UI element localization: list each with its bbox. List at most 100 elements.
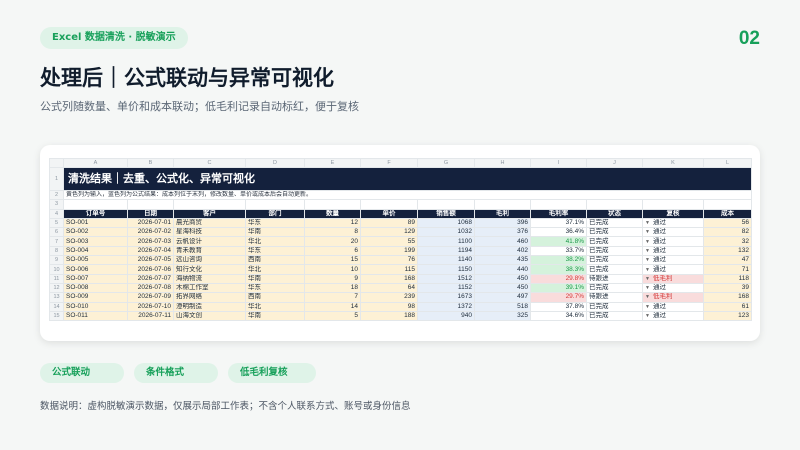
cell-margin-rate[interactable]: 37.8% xyxy=(530,301,587,312)
cell-order-id[interactable]: SO-010 xyxy=(63,301,128,312)
dropdown-arrow-icon[interactable]: ▼ xyxy=(645,247,650,254)
table-header-cell[interactable]: 毛利 xyxy=(474,208,531,219)
cell-profit[interactable]: 450 xyxy=(474,273,531,284)
empty-cell[interactable] xyxy=(474,199,531,210)
cell-order-id[interactable]: SO-005 xyxy=(63,255,128,266)
cell-order-id[interactable]: SO-007 xyxy=(63,273,128,284)
cell-review[interactable]: ▼ 通过 xyxy=(642,245,704,257)
column-header-A[interactable]: A xyxy=(63,158,128,168)
empty-cell[interactable] xyxy=(586,199,643,210)
dropdown-arrow-icon[interactable]: ▼ xyxy=(645,303,650,310)
empty-cell[interactable] xyxy=(417,199,475,210)
cell-quantity[interactable]: 10 xyxy=(304,264,361,275)
column-header-I[interactable]: I xyxy=(530,158,587,168)
row-number[interactable]: 11 xyxy=(49,273,64,284)
cell-order-id[interactable]: SO-003 xyxy=(63,236,128,247)
cell-margin-rate[interactable]: 37.1% xyxy=(530,217,587,229)
row-number[interactable]: 3 xyxy=(49,199,64,210)
cell-cost[interactable]: 168 xyxy=(703,292,752,303)
cell-sales[interactable]: 1140 xyxy=(417,255,475,266)
cell-unit-price[interactable]: 188 xyxy=(360,310,418,322)
cell-date[interactable]: 2026-07-08 xyxy=(127,282,174,294)
cell-cost[interactable]: 56 xyxy=(703,217,752,229)
cell-order-id[interactable]: SO-009 xyxy=(63,292,128,303)
cell-customer[interactable]: 远山咨询 xyxy=(173,255,246,266)
cell-margin-rate[interactable]: 29.8% xyxy=(530,273,587,284)
row-number[interactable]: 13 xyxy=(49,292,64,303)
row-number[interactable]: 15 xyxy=(49,310,64,322)
cell-profit[interactable]: 402 xyxy=(474,245,531,257)
table-header-cell[interactable]: 毛利率 xyxy=(530,208,587,219)
cell-department[interactable]: 华南 xyxy=(245,310,305,322)
cell-sales[interactable]: 1372 xyxy=(417,301,475,312)
empty-cell[interactable] xyxy=(63,199,128,210)
empty-cell[interactable] xyxy=(127,199,174,210)
cell-status[interactable]: 已完成 xyxy=(586,255,643,266)
cell-quantity[interactable]: 8 xyxy=(304,227,361,238)
cell-status[interactable]: 已完成 xyxy=(586,282,643,294)
cell-status[interactable]: 已完成 xyxy=(586,264,643,275)
select-all-corner[interactable] xyxy=(49,158,64,168)
row-number[interactable]: 6 xyxy=(49,227,64,238)
cell-sales[interactable]: 1152 xyxy=(417,282,475,294)
cell-unit-price[interactable]: 115 xyxy=(360,264,418,275)
dropdown-arrow-icon[interactable]: ▼ xyxy=(645,312,650,319)
row-number[interactable]: 8 xyxy=(49,245,64,257)
cell-unit-price[interactable]: 168 xyxy=(360,273,418,284)
cell-cost[interactable]: 132 xyxy=(703,245,752,257)
cell-date[interactable]: 2026-07-10 xyxy=(127,301,174,312)
cell-margin-rate[interactable]: 36.4% xyxy=(530,227,587,238)
table-header-cell[interactable]: 销售额 xyxy=(417,208,475,219)
dropdown-arrow-icon[interactable]: ▼ xyxy=(645,219,650,226)
row-number[interactable]: 14 xyxy=(49,301,64,312)
cell-cost[interactable]: 39 xyxy=(703,282,752,294)
cell-date[interactable]: 2026-07-11 xyxy=(127,310,174,322)
cell-cost[interactable]: 118 xyxy=(703,273,752,284)
cell-status[interactable]: 已完成 xyxy=(586,301,643,312)
cell-margin-rate[interactable]: 39.1% xyxy=(530,282,587,294)
dropdown-arrow-icon[interactable]: ▼ xyxy=(645,275,650,282)
empty-cell[interactable] xyxy=(642,199,704,210)
cell-status[interactable]: 已完成 xyxy=(586,236,643,247)
table-header-cell[interactable]: 成本 xyxy=(703,208,752,219)
cell-sales[interactable]: 1512 xyxy=(417,273,475,284)
cell-margin-rate[interactable]: 33.7% xyxy=(530,245,587,257)
cell-sales[interactable]: 940 xyxy=(417,310,475,322)
cell-review[interactable]: ▼ 通过 xyxy=(642,301,704,312)
cell-margin-rate[interactable]: 38.2% xyxy=(530,255,587,266)
cell-status[interactable]: 已完成 xyxy=(586,245,643,257)
empty-cell[interactable] xyxy=(245,199,305,210)
cell-review[interactable]: ▼ 通过 xyxy=(642,310,704,322)
column-header-B[interactable]: B xyxy=(127,158,174,168)
cell-customer[interactable]: 晨光商贸 xyxy=(173,217,246,229)
cell-review[interactable]: ▼ 通过 xyxy=(642,255,704,266)
row-number[interactable]: 1 xyxy=(49,167,64,191)
cell-profit[interactable]: 440 xyxy=(474,264,531,275)
row-number[interactable]: 12 xyxy=(49,282,64,294)
cell-department[interactable]: 华北 xyxy=(245,301,305,312)
table-header-cell[interactable]: 数量 xyxy=(304,208,361,219)
cell-quantity[interactable]: 9 xyxy=(304,273,361,284)
cell-review[interactable]: ▼ 通过 xyxy=(642,282,704,294)
cell-department[interactable]: 华北 xyxy=(245,236,305,247)
sheet-banner-title[interactable]: 清洗结果｜去重、公式化、异常可视化 xyxy=(63,167,752,191)
dropdown-arrow-icon[interactable]: ▼ xyxy=(645,238,650,245)
dropdown-arrow-icon[interactable]: ▼ xyxy=(645,285,650,292)
cell-order-id[interactable]: SO-002 xyxy=(63,227,128,238)
table-header-cell[interactable]: 订单号 xyxy=(63,208,128,219)
column-header-K[interactable]: K xyxy=(642,158,704,168)
row-number[interactable]: 4 xyxy=(49,208,64,219)
cell-status[interactable]: 待跟进 xyxy=(586,292,643,303)
column-header-J[interactable]: J xyxy=(586,158,643,168)
cell-date[interactable]: 2026-07-07 xyxy=(127,273,174,284)
cell-quantity[interactable]: 12 xyxy=(304,217,361,229)
cell-sales[interactable]: 1194 xyxy=(417,245,475,257)
cell-unit-price[interactable]: 98 xyxy=(360,301,418,312)
cell-customer[interactable]: 拓界网络 xyxy=(173,292,246,303)
cell-order-id[interactable]: SO-004 xyxy=(63,245,128,257)
cell-cost[interactable]: 71 xyxy=(703,264,752,275)
row-number[interactable]: 2 xyxy=(49,189,64,201)
cell-date[interactable]: 2026-07-09 xyxy=(127,292,174,303)
table-header-cell[interactable]: 复核 xyxy=(642,208,704,219)
cell-margin-rate[interactable]: 29.7% xyxy=(530,292,587,303)
